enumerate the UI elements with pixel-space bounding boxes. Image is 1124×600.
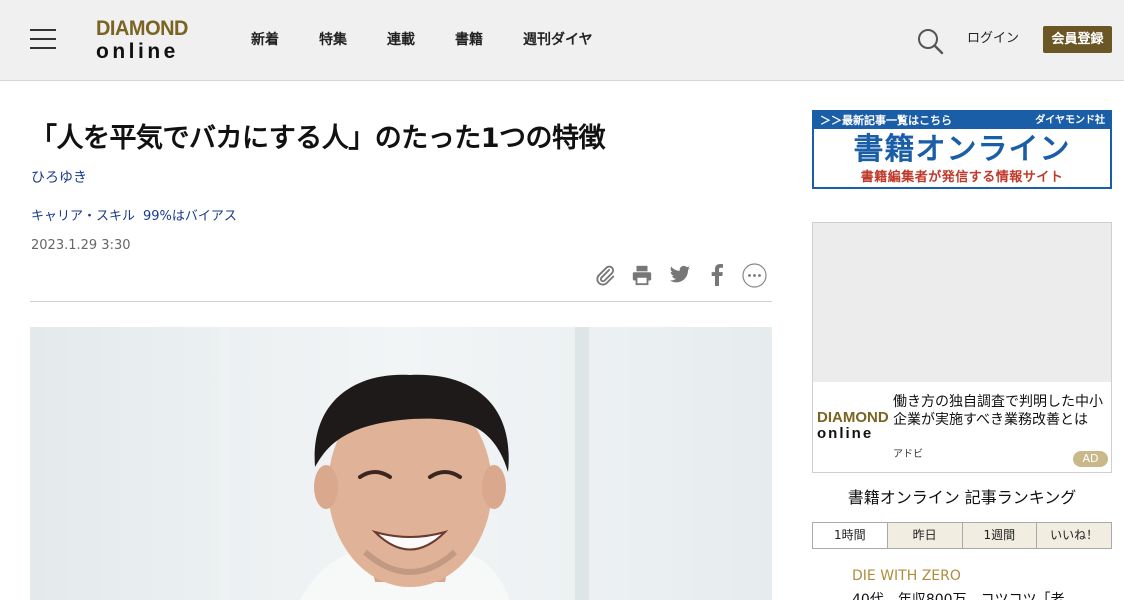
books-online-banner[interactable]: ＞＞最新記事一覧はこちら ダイヤモンド社 書籍オンライン 書籍編集者が発信する情… <box>812 110 1112 189</box>
logo-line1: DIAMOND <box>96 17 188 40</box>
ad-image <box>813 223 1111 382</box>
ad-text: 働き方の独自調査で判明した中小企業が実施すべき業務改善とは <box>893 394 1103 428</box>
register-button[interactable]: 会員登録 <box>1043 26 1112 53</box>
nav-item-weekly-diamond[interactable]: 週刊ダイヤ <box>523 30 593 50</box>
ad-logo-line1: DIAMOND <box>817 409 889 426</box>
tab-1-hour[interactable]: 1時間 <box>813 523 887 548</box>
nav-item-special[interactable]: 特集 <box>319 30 387 50</box>
menu-icon[interactable] <box>30 29 56 49</box>
article-tag-bias[interactable]: 99%はバイアス <box>143 208 237 226</box>
banner-publisher: ダイヤモンド社 <box>1035 115 1105 126</box>
ranking-tabs: 1時間 昨日 1週間 いいね！ <box>812 522 1112 549</box>
site-header: DIAMOND online 新着 特集 連載 書籍 週刊ダイヤ ログイン 会員… <box>0 0 1124 81</box>
nav-item-books[interactable]: 書籍 <box>455 30 523 50</box>
facebook-icon[interactable] <box>704 262 730 288</box>
banner-latest-link: ＞＞最新記事一覧はこちら <box>820 114 952 127</box>
print-icon[interactable] <box>629 262 655 288</box>
tab-yesterday[interactable]: 昨日 <box>886 523 962 548</box>
ranking-title: 書籍オンライン 記事ランキング <box>847 488 1077 507</box>
ranking-item-category[interactable]: DIE WITH ZERO <box>852 567 961 585</box>
ad-block[interactable]: DIAMOND online 働き方の独自調査で判明した中小企業が実施すべき業務… <box>812 222 1112 473</box>
twitter-icon[interactable] <box>667 262 693 288</box>
article-tag-career[interactable]: キャリア・スキル <box>31 208 135 226</box>
site-logo[interactable]: DIAMOND online <box>96 17 200 65</box>
article-date: 2023.1.29 3:30 <box>31 238 131 253</box>
article-divider <box>30 301 772 302</box>
ad-logo-line2: online <box>817 425 874 442</box>
ad-logo: DIAMOND online <box>817 409 889 443</box>
login-link[interactable]: ログイン <box>967 30 1019 48</box>
banner-title: 書籍オンライン <box>853 132 1071 167</box>
banner-subtitle: 書籍編集者が発信する情報サイト <box>860 170 1064 185</box>
tab-likes[interactable]: いいね！ <box>1036 523 1111 548</box>
nav-item-series[interactable]: 連載 <box>387 30 455 50</box>
paperclip-icon[interactable] <box>592 262 618 288</box>
ad-badge: AD <box>1073 451 1108 467</box>
banner-top-bar: ＞＞最新記事一覧はこちら ダイヤモンド社 <box>814 112 1110 129</box>
more-icon[interactable] <box>741 262 767 288</box>
logo-line2: online <box>96 40 179 63</box>
nav-item-new[interactable]: 新着 <box>251 30 319 50</box>
ad-sponsor: アドビ <box>893 449 923 460</box>
article-photo <box>30 327 772 600</box>
article-author[interactable]: ひろゆき <box>31 169 87 187</box>
main-nav: 新着 特集 連載 書籍 週刊ダイヤ <box>251 30 593 50</box>
tab-1-week[interactable]: 1週間 <box>961 523 1037 548</box>
article-title: 「人を平気でバカにする人」のたった1つの特徴 <box>30 123 606 154</box>
search-icon[interactable] <box>916 27 944 55</box>
ranking-item-title[interactable]: 40代、年収800万、コツコツ「老 <box>852 591 1065 600</box>
